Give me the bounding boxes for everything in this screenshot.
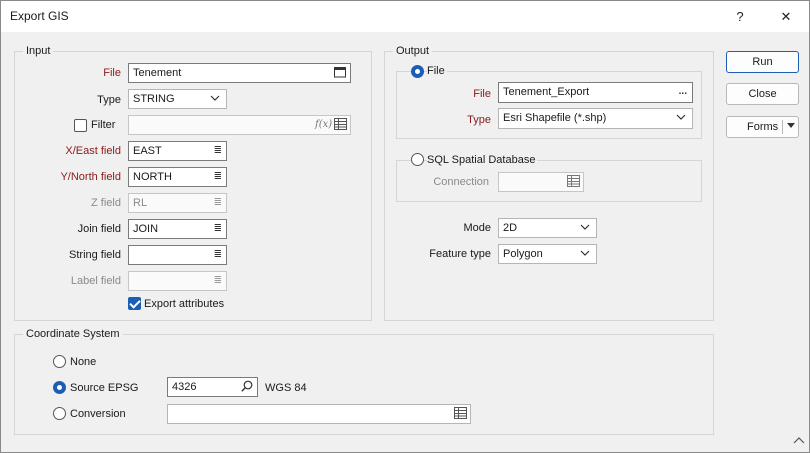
coordinate-system-title: Coordinate System [23,328,123,340]
string-field[interactable]: ≣ [128,245,227,265]
xeast-value: EAST [133,145,162,157]
connection-field[interactable] [498,172,584,192]
collapse-chevron-icon[interactable] [793,437,805,445]
help-icon: ? [736,9,744,24]
window-title: Export GIS [10,9,69,23]
feature-type-label: Feature type [429,248,491,260]
output-type-select[interactable]: Esri Shapefile (*.shp) [498,108,693,129]
forms-button-label: Forms [747,121,779,133]
list-icon[interactable]: ≣ [214,275,222,286]
mode-select[interactable]: 2D [498,218,597,238]
connection-label: Connection [433,176,489,188]
chevron-down-icon [579,246,591,260]
sql-radio-label: SQL Spatial Database [427,154,538,166]
filter-table-icon[interactable] [334,118,347,130]
function-icon[interactable]: f(x) [315,119,332,130]
input-group-title: Input [23,45,54,57]
source-epsg-label: Source EPSG [70,382,139,394]
output-file-field[interactable]: Tenement_Export ... [498,82,693,103]
output-file-radio[interactable] [411,65,424,78]
conversion-label: Conversion [70,408,126,420]
run-button[interactable]: Run [726,51,799,73]
close-button[interactable]: Close [726,83,799,105]
sql-radio[interactable] [411,153,424,166]
source-epsg-field[interactable]: 4326 [167,377,258,397]
forms-button[interactable]: Forms [726,116,799,138]
chevron-down-icon [675,110,687,124]
join-field[interactable]: JOIN ≣ [128,219,227,239]
list-icon[interactable]: ≣ [214,171,222,182]
help-button[interactable]: ? [717,1,763,32]
input-type-label: Type [97,94,121,106]
run-button-label: Run [752,56,773,68]
filter-field[interactable]: f(x) [128,115,351,135]
list-icon[interactable]: ≣ [214,197,222,208]
export-gis-dialog: Export GIS ? ✕ Input File Tenement Type … [0,0,810,453]
title-bar: Export GIS ? ✕ [1,1,809,32]
browse-ellipsis-icon[interactable]: ... [679,86,687,97]
label-field-label: Label field [70,275,121,287]
label-field[interactable]: ≣ [128,271,227,291]
none-label: None [70,356,97,368]
output-type-value: Esri Shapefile (*.shp) [503,112,607,124]
output-group-title: Output [393,45,433,57]
forms-dropdown-icon[interactable] [787,123,795,129]
source-epsg-radio[interactable] [53,381,66,394]
xeast-label: X/East field [65,145,121,157]
input-type-value: STRING [133,93,175,105]
close-window-button[interactable]: ✕ [763,1,809,32]
chevron-down-icon [579,220,591,234]
input-file-value: Tenement [133,67,182,79]
list-icon[interactable]: ≣ [214,249,222,260]
output-file-radio-label: File [427,65,447,77]
source-epsg-value: 4326 [172,381,197,393]
xeast-field[interactable]: EAST ≣ [128,141,227,161]
close-icon: ✕ [780,8,792,24]
ynorth-label: Y/North field [60,171,121,183]
filter-label: Filter [91,119,116,131]
list-icon[interactable]: ≣ [214,145,222,156]
input-file-field[interactable]: Tenement [128,63,351,83]
z-value: RL [133,197,148,209]
z-field[interactable]: RL ≣ [128,193,227,213]
conversion-field[interactable] [167,404,471,424]
mode-value: 2D [503,222,518,234]
feature-type-select[interactable]: Polygon [498,244,597,264]
output-file-value: Tenement_Export [503,86,590,98]
mode-label: Mode [463,222,491,234]
filter-checkbox[interactable] [74,119,87,132]
z-label: Z field [91,197,121,209]
ynorth-value: NORTH [133,171,172,183]
forms-split-divider [782,120,783,134]
close-button-label: Close [748,88,777,100]
search-icon[interactable] [241,380,253,392]
conversion-table-icon[interactable] [454,407,467,419]
output-type-label: Type [467,114,491,126]
join-label: Join field [77,223,121,235]
epsg-name: WGS 84 [265,382,307,394]
chevron-down-icon [209,91,221,105]
ynorth-field[interactable]: NORTH ≣ [128,167,227,187]
file-browse-icon[interactable] [334,66,346,78]
none-radio[interactable] [53,355,66,368]
export-attributes-checkbox[interactable] [128,297,141,310]
input-type-select[interactable]: STRING [128,89,227,109]
list-icon[interactable]: ≣ [214,223,222,234]
output-file-label: File [473,88,491,100]
conversion-radio[interactable] [53,407,66,420]
string-label: String field [69,249,121,261]
feature-type-value: Polygon [503,248,543,260]
export-attributes-label: Export attributes [144,298,225,310]
input-file-label: File [103,67,121,79]
join-value: JOIN [133,223,159,235]
connection-table-icon[interactable] [567,175,580,187]
